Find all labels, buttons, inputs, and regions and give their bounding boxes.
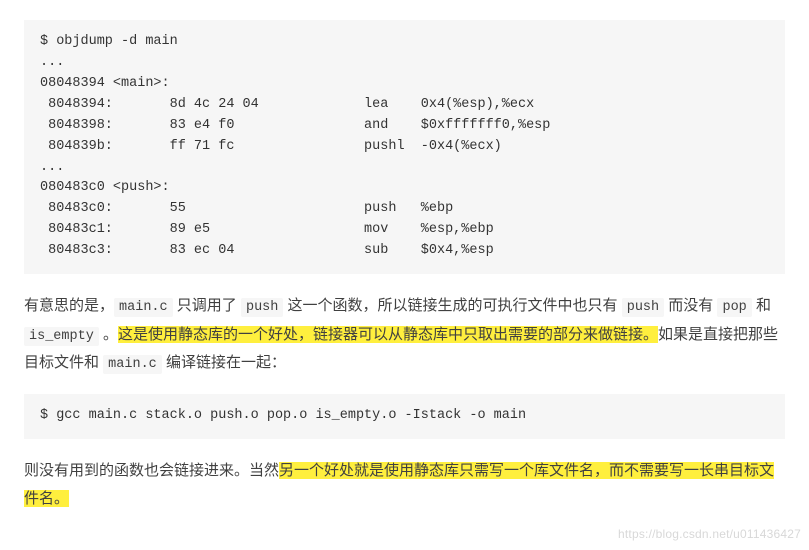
inline-code: is_empty (24, 327, 99, 346)
code-block-objdump: $ objdump -d main ... 08048394 <main>: 8… (24, 20, 785, 274)
inline-code: push (241, 298, 283, 317)
text: 这一个函数，所以链接生成的可执行文件中也只有 (283, 297, 621, 314)
inline-code: push (622, 298, 664, 317)
inline-code: pop (717, 298, 751, 317)
text: 只调用了 (173, 297, 241, 314)
text: 。 (99, 326, 118, 343)
text: 有意思的是， (24, 297, 114, 314)
text: 和 (752, 297, 771, 314)
paragraph-2: 则没有用到的函数也会链接进来。当然另一个好处就是使用静态库只需写一个库文件名，而… (24, 457, 785, 514)
inline-code: main.c (114, 298, 173, 317)
text: 则没有用到的函数也会链接进来。当然 (24, 462, 279, 479)
text: 编译链接在一起： (162, 354, 286, 371)
code-block-gcc: $ gcc main.c stack.o push.o pop.o is_emp… (24, 394, 785, 439)
text: 而没有 (664, 297, 717, 314)
inline-code: main.c (103, 355, 162, 374)
watermark: https://blog.csdn.net/u011436427 (618, 523, 801, 546)
highlight-benefit-1: 这是使用静态库的一个好处，链接器可以从静态库中只取出需要的部分来做链接。 (118, 326, 658, 343)
paragraph-1: 有意思的是，main.c 只调用了 push 这一个函数，所以链接生成的可执行文… (24, 292, 785, 378)
